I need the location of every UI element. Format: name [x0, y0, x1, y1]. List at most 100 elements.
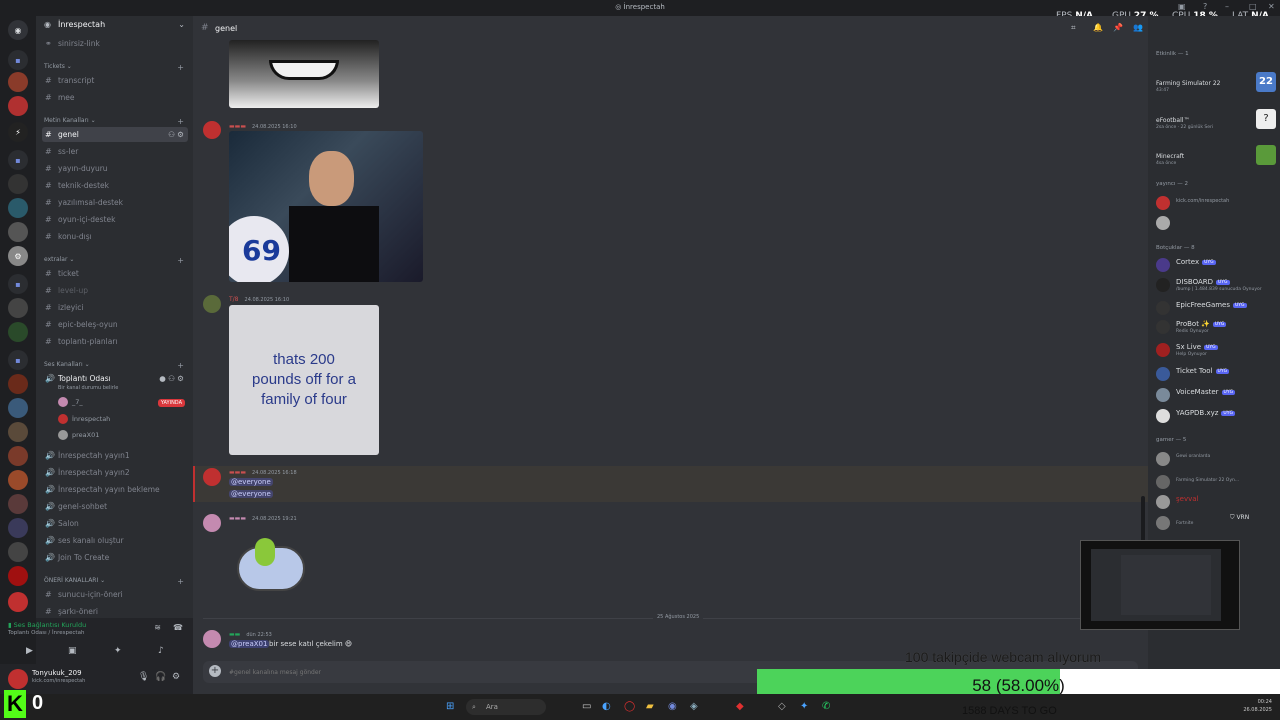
help-icon[interactable]: ?	[1203, 2, 1207, 11]
bell-icon[interactable]: 🔔	[1093, 23, 1103, 32]
member-list-icon[interactable]: 👥	[1133, 23, 1143, 32]
member-item[interactable]: Fortnite ⛉ VRN	[1156, 514, 1276, 534]
message-image[interactable]	[229, 40, 379, 108]
channel-item[interactable]: # yayın-duyuru	[42, 161, 188, 176]
taskbar-search[interactable]: ⌕ Ara	[466, 699, 546, 715]
mention[interactable]: @everyone	[229, 478, 273, 486]
voice-channel[interactable]: 🔊 Salon	[42, 516, 188, 531]
threads-icon[interactable]: ⌗	[1071, 23, 1076, 33]
voice-channel-actions-icon[interactable]: ● ⚇ ⚙	[159, 371, 184, 386]
channel-item[interactable]: # ss-ler	[42, 144, 188, 159]
avatar[interactable]	[8, 669, 28, 689]
app-icon[interactable]: ◇	[778, 701, 786, 712]
disconnect-icon[interactable]: ☎	[173, 623, 183, 632]
voice-user[interactable]: preaX01	[58, 430, 99, 440]
folder-icon[interactable]: ▪	[8, 274, 28, 294]
microphone-icon[interactable]: 🎙	[138, 672, 149, 682]
channel-item[interactable]: # şarkı-öneri	[42, 604, 188, 619]
activity-card[interactable]: eFootball™ 2sa önce · 22 günlük Seri ?	[1156, 105, 1276, 135]
voice-channel[interactable]: 🔊 İnrespectah yayın2	[42, 465, 188, 480]
message-image[interactable]: thats 200 pounds off for a family of fou…	[229, 305, 379, 455]
server-icon[interactable]	[8, 72, 28, 92]
app-icon[interactable]: ◆	[736, 701, 744, 712]
server-icon[interactable]: ⚙	[8, 246, 28, 266]
app-icon[interactable]: ✦	[800, 701, 808, 712]
server-icon[interactable]	[8, 566, 28, 586]
member-item[interactable]: Sx Live UYG Help Oynuyor	[1156, 341, 1276, 361]
add-attachment-icon[interactable]: +	[209, 665, 221, 677]
screen-share-preview[interactable]	[1080, 540, 1240, 630]
member-item[interactable]: VoiceMaster UYG	[1156, 386, 1276, 406]
screen-share-icon[interactable]: ▣	[68, 646, 77, 656]
category-oneri[interactable]: ÖNERİ KANALLARI ⌄ +	[44, 577, 184, 586]
folder-icon[interactable]: ▰	[646, 701, 654, 712]
minimize-icon[interactable]: –	[1225, 2, 1229, 11]
voice-channel[interactable]: 🔊 ses kanalı oluştur	[42, 533, 188, 548]
task-view-icon[interactable]: ▭	[582, 701, 591, 712]
category-ekstra[interactable]: extralar ⌄ +	[44, 256, 184, 265]
message-image[interactable]: 69	[229, 131, 423, 282]
server-icon[interactable]	[8, 422, 28, 442]
category-metin[interactable]: Metin Kanalları ⌄ +	[44, 117, 184, 126]
member-item[interactable]: YAGPDB.xyz UYG	[1156, 407, 1276, 427]
channel-item[interactable]: # toplantı-planları	[42, 334, 188, 349]
voice-channel[interactable]: 🔊 İnrespectah yayın1	[42, 448, 188, 463]
avatar[interactable]	[203, 514, 221, 532]
category-ses[interactable]: Ses Kanalları ⌄ +	[44, 361, 184, 370]
add-channel-icon[interactable]: +	[177, 117, 184, 126]
voice-status[interactable]: Bir kanal durumu belirle	[58, 385, 118, 391]
channel-item[interactable]: # teknik-destek	[42, 178, 188, 193]
opera-icon[interactable]: ◯	[624, 701, 635, 712]
channel-item[interactable]: # ticket	[42, 266, 188, 281]
mention[interactable]: @preaX01	[229, 640, 270, 648]
server-icon[interactable]	[8, 374, 28, 394]
server-icon[interactable]	[8, 222, 28, 242]
noise-suppression-icon[interactable]: ≋	[154, 623, 161, 632]
channel-item[interactable]: # yazılımsal-destek	[42, 195, 188, 210]
close-icon[interactable]: ✕	[1268, 2, 1275, 11]
maximize-icon[interactable]: □	[1249, 2, 1257, 11]
channel-item[interactable]: # transcript	[42, 73, 188, 88]
avatar[interactable]	[203, 121, 221, 139]
activity-icon[interactable]: ✦	[114, 646, 122, 656]
server-icon[interactable]	[8, 398, 28, 418]
member-item[interactable]: EpicFreeGames UYG	[1156, 299, 1276, 319]
add-channel-icon[interactable]: +	[177, 256, 184, 265]
gear-icon[interactable]: ⚙	[172, 672, 180, 682]
add-channel-icon[interactable]: +	[177, 577, 184, 586]
channel-item[interactable]: # konu-dışı	[42, 229, 188, 244]
channel-item[interactable]: # epic-beleş-oyun	[42, 317, 188, 332]
channel-settings-icon[interactable]: ⚇ ⚙	[168, 127, 184, 142]
server-icon[interactable]	[8, 592, 28, 612]
member-item[interactable]: Gewi oranlarda	[1156, 450, 1276, 470]
voice-channel[interactable]: 🔊 İnrespectah yayın bekleme	[42, 482, 188, 497]
message-input[interactable]	[229, 665, 729, 679]
avatar[interactable]	[203, 295, 221, 313]
discord-home-icon[interactable]: ◉	[8, 20, 28, 40]
member-item[interactable]: Ticket Tool UYG	[1156, 365, 1276, 385]
voice-location[interactable]: Toplantı Odası / İnrespectah	[8, 630, 84, 636]
server-icon[interactable]	[8, 470, 28, 490]
pin-icon[interactable]: 📌	[1113, 23, 1123, 32]
folder-icon[interactable]: ▪	[8, 50, 28, 70]
member-item[interactable]: DISBOARD UYG/bump | 1.484.839 sunucuda Oy…	[1156, 276, 1276, 296]
voice-channel[interactable]: 🔊 genel-sohbet	[42, 499, 188, 514]
server-icon[interactable]	[8, 446, 28, 466]
inbox-icon[interactable]: ▣	[1178, 2, 1186, 11]
server-icon[interactable]	[8, 198, 28, 218]
activity-card[interactable]: Minecraft 4sa önce	[1156, 141, 1276, 171]
server-icon[interactable]	[8, 542, 28, 562]
channel-item-genel[interactable]: # genel ⚇ ⚙	[42, 127, 188, 142]
avatar[interactable]	[203, 630, 221, 648]
member-item[interactable]: ProBot ✨ UYG Redis Oynuyor	[1156, 318, 1276, 338]
add-channel-icon[interactable]: +	[177, 63, 184, 72]
server-icon[interactable]	[8, 494, 28, 514]
soundboard-icon[interactable]: ♪	[158, 646, 164, 656]
voice-channel-active[interactable]: 🔊 Toplantı Odası ● ⚇ ⚙	[42, 371, 188, 386]
server-icon[interactable]	[8, 322, 28, 342]
channel-item[interactable]: # level-up	[42, 283, 188, 298]
headphones-icon[interactable]: 🎧	[155, 672, 166, 682]
system-clock[interactable]: 00:24 26.08.2025	[1243, 698, 1272, 714]
avatar[interactable]	[203, 468, 221, 486]
folder-icon[interactable]: ▪	[8, 350, 28, 370]
